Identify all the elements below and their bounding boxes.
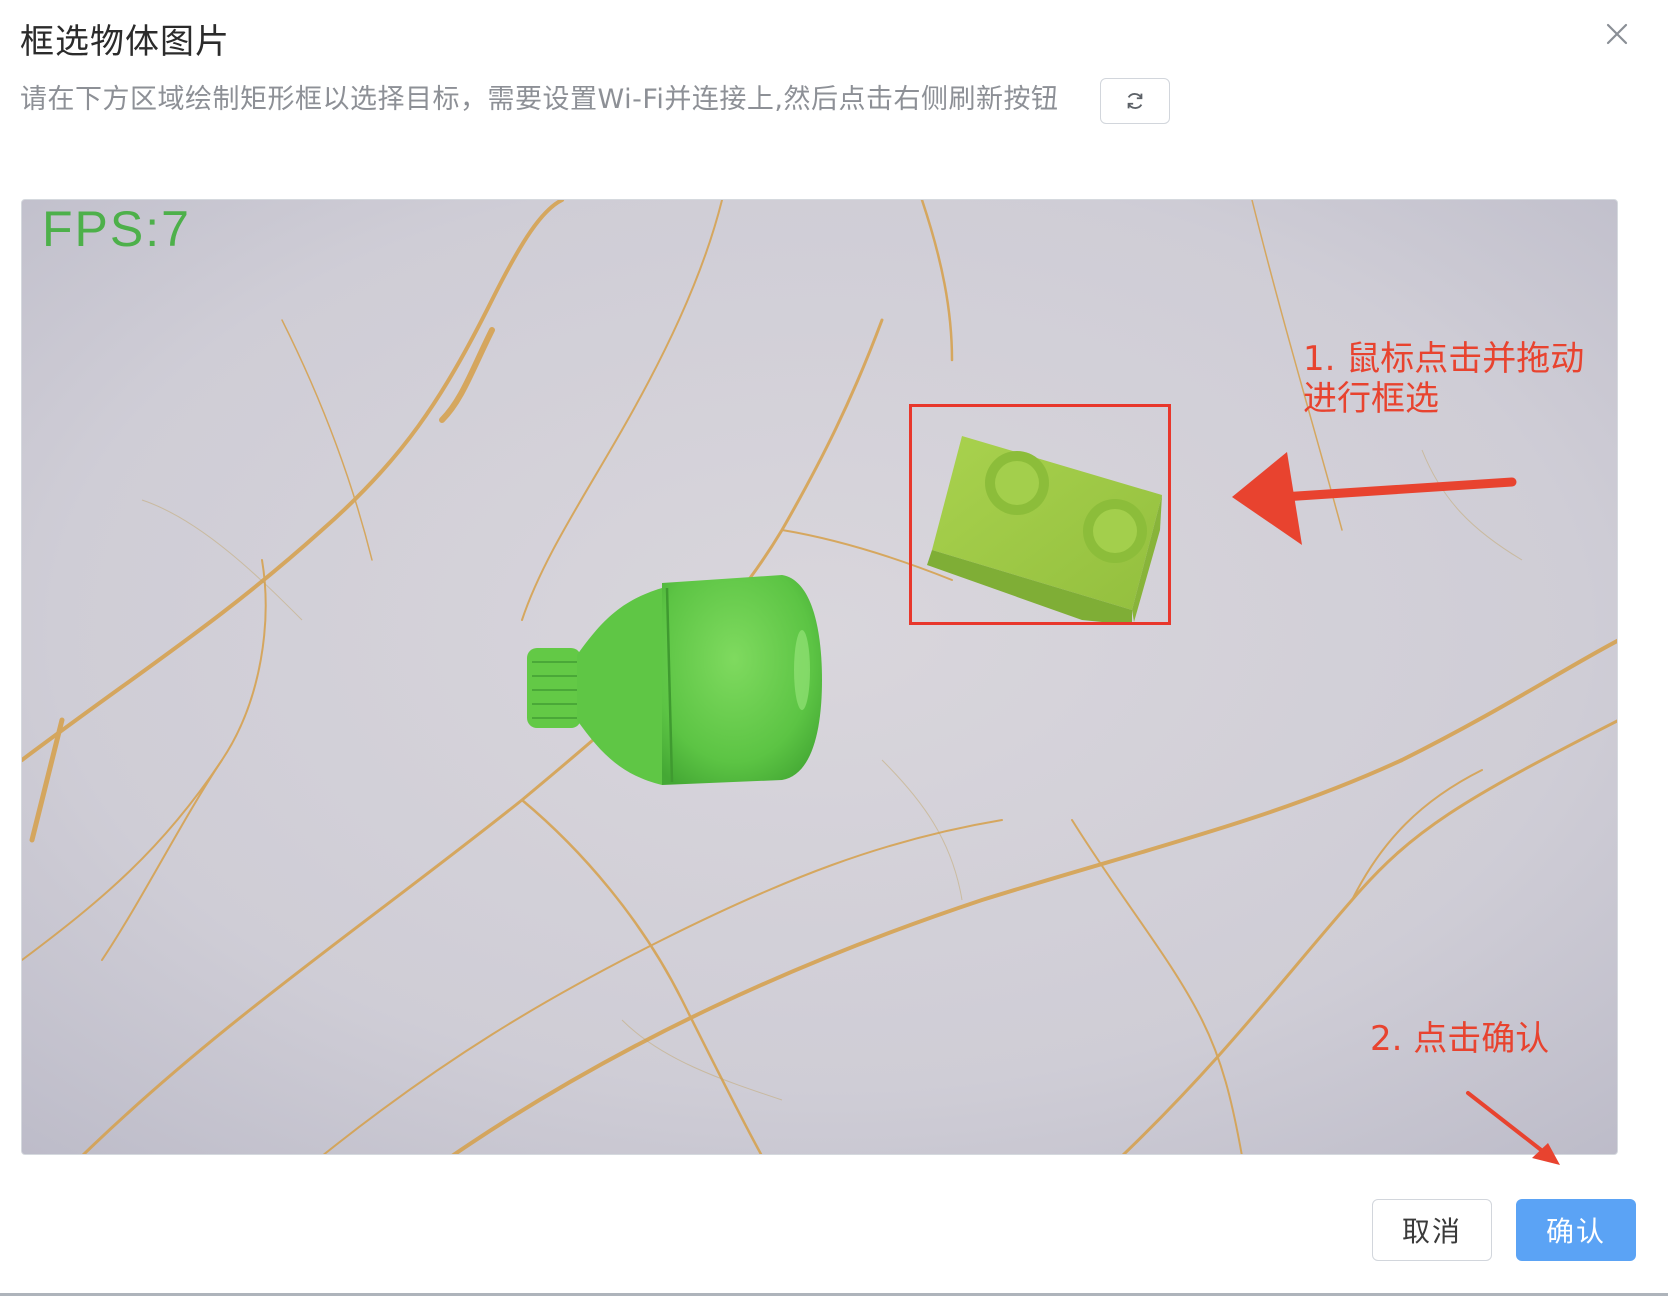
dialog-instructions: 请在下方区域绘制矩形框以选择目标，需要设置Wi-Fi并连接上,然后点击右侧刷新按…	[20, 84, 1059, 115]
annotation-step-1-line2: 进行框选	[1303, 379, 1439, 419]
refresh-icon	[1127, 93, 1143, 109]
select-object-dialog: 框选物体图片 请在下方区域绘制矩形框以选择目标，需要设置Wi-Fi并连接上,然后…	[0, 0, 1668, 1296]
fps-counter: FPS:7	[42, 201, 191, 257]
refresh-button[interactable]	[1100, 78, 1170, 124]
close-icon[interactable]	[1597, 14, 1637, 54]
cancel-button[interactable]: 取消	[1372, 1199, 1492, 1261]
window-edge	[1656, 0, 1668, 1296]
annotation-step-1: 1. 鼠标点击并拖动 进行框选	[1303, 339, 1584, 419]
dialog-title: 框选物体图片	[20, 22, 230, 62]
annotation-step-2: 2. 点击确认	[1370, 1019, 1550, 1059]
confirm-button[interactable]: 确认	[1516, 1199, 1636, 1261]
selection-rectangle[interactable]	[909, 404, 1171, 625]
annotation-step-1-line1: 1. 鼠标点击并拖动	[1303, 339, 1585, 379]
camera-feed-canvas[interactable]: FPS:7 1. 鼠标点击并拖动 进行框选 2. 点击确认	[21, 199, 1618, 1155]
